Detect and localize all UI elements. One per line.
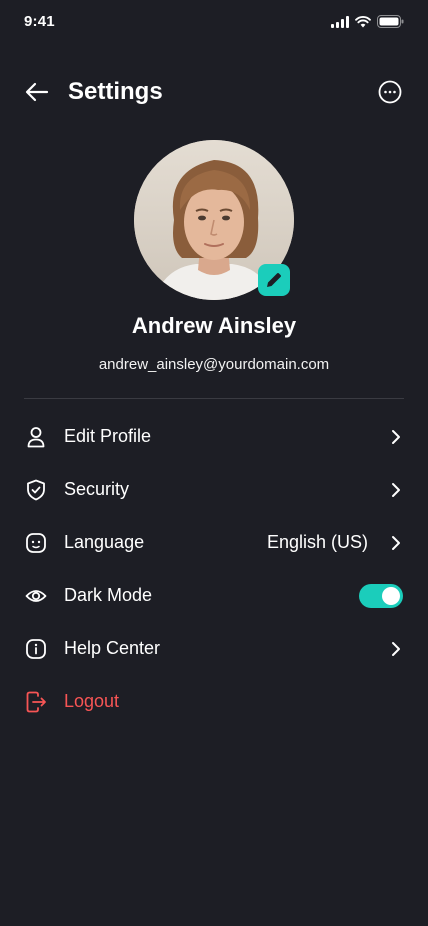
info-icon (24, 637, 48, 661)
menu-item-label: Dark Mode (64, 585, 153, 605)
logout-icon (24, 690, 48, 714)
logout-label: Logout (64, 691, 120, 711)
toggle-knob (382, 586, 400, 605)
menu-item-label: Edit Profile (64, 426, 152, 446)
profile-email: andrew_ainsley@yourdomain.com (98, 356, 330, 373)
status-bar: 9:41 (0, 0, 428, 44)
divider (24, 398, 404, 399)
language-value: English (US) (266, 532, 368, 552)
menu-item-label: Language (64, 532, 145, 552)
shield-icon (24, 478, 48, 502)
pencil-icon (267, 273, 281, 287)
menu-item-label: Help Center (64, 638, 161, 658)
chevron-right-icon (390, 641, 402, 657)
menu-item-edit-profile[interactable]: Edit Profile (0, 410, 428, 463)
page-title: Settings (68, 78, 163, 105)
chevron-right-icon (390, 482, 402, 498)
battery-icon (377, 15, 404, 28)
menu-item-dark-mode: Dark Mode (0, 569, 428, 622)
status-time: 9:41 (24, 13, 55, 30)
settings-menu: Edit Profile Security Language English (… (0, 410, 428, 728)
profile-name: Andrew Ainsley (131, 313, 297, 338)
more-circle-icon (378, 80, 402, 104)
arrow-left-icon (25, 82, 49, 102)
chevron-right-icon (390, 535, 402, 551)
edit-avatar-button[interactable] (258, 264, 290, 296)
dark-mode-toggle[interactable] (359, 583, 403, 608)
back-button[interactable] (24, 80, 50, 104)
menu-item-security[interactable]: Security (0, 463, 428, 516)
avatar-container (134, 140, 294, 300)
header: Settings (0, 70, 428, 114)
menu-item-help-center[interactable]: Help Center (0, 622, 428, 675)
signal-icon (331, 15, 349, 28)
wifi-icon (355, 15, 371, 27)
user-icon (24, 425, 48, 449)
status-icons (331, 15, 404, 28)
more-options-button[interactable] (378, 80, 402, 104)
chevron-right-icon (390, 429, 402, 445)
menu-item-label: Security (64, 479, 130, 499)
eye-icon (24, 584, 48, 608)
language-icon (24, 531, 48, 555)
menu-item-language[interactable]: Language English (US) (0, 516, 428, 569)
menu-item-logout[interactable]: Logout (0, 675, 428, 728)
